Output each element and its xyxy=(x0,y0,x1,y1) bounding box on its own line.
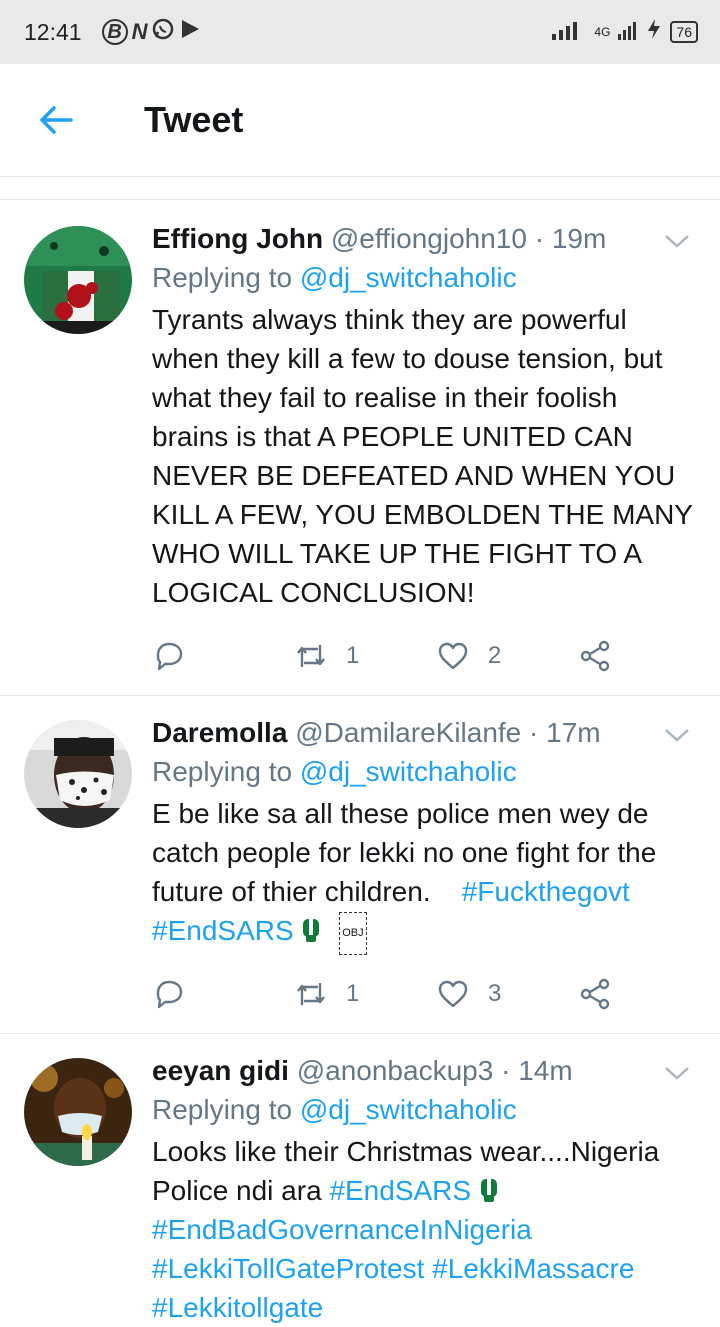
obj-placeholder-icon: OBJ xyxy=(339,912,367,955)
retweet-icon xyxy=(297,645,325,667)
replying-prefix: Replying to xyxy=(152,262,293,293)
user-handle[interactable]: @DamilareKilanfe xyxy=(295,717,521,748)
mention-link[interactable]: @dj_switchaholic xyxy=(300,756,517,787)
hashtag-link[interactable]: #EndSARS xyxy=(152,915,294,946)
chevron-down-icon[interactable] xyxy=(662,226,692,256)
replying-to: Replying to @dj_switchaholic xyxy=(152,258,700,298)
heart-icon xyxy=(438,642,468,670)
charging-icon xyxy=(646,18,662,46)
tweet-text-line: Police ndi ara #EndSARS xyxy=(152,1171,700,1210)
raised-fist-emoji-icon xyxy=(303,919,320,942)
notification-icons: B N xyxy=(101,17,202,47)
like-button[interactable]: 2 xyxy=(436,639,501,673)
replying-prefix: Replying to xyxy=(152,1094,293,1125)
avatar[interactable] xyxy=(24,226,132,334)
tweet-text-line: #Lekkitollgate xyxy=(152,1288,700,1327)
replying-to: Replying to @dj_switchaholic xyxy=(152,752,700,792)
tweet-actions: 1 2 xyxy=(152,636,652,676)
tweet-header: eeyan gidi @anonbackup3 · 14m xyxy=(152,1052,700,1090)
tweet-text-line: Looks like their Christmas wear....Niger… xyxy=(152,1136,660,1167)
reply-button[interactable] xyxy=(152,639,186,673)
page-title: Tweet xyxy=(144,99,244,140)
separator: · xyxy=(501,1055,511,1086)
tweet-reply[interactable]: Effiong John @effiongjohn10 · 19m Replyi… xyxy=(0,200,720,696)
signal-icon xyxy=(552,18,586,46)
display-name[interactable]: eeyan gidi xyxy=(152,1055,289,1086)
play-icon xyxy=(179,18,201,46)
share-button[interactable] xyxy=(578,977,612,1011)
status-time: 12:41 xyxy=(24,18,82,45)
timestamp: 17m xyxy=(546,717,601,748)
timestamp: 14m xyxy=(518,1055,573,1086)
status-bar: 12:41 B N 4G 76 xyxy=(0,0,720,64)
chevron-down-icon[interactable] xyxy=(662,720,692,750)
tweet-text-line: #EndBadGovernanceInNigeria xyxy=(152,1210,700,1249)
hashtag-link[interactable]: #Lekkitollgate xyxy=(152,1292,323,1323)
user-handle[interactable]: @effiongjohn10 xyxy=(331,223,527,254)
avatar[interactable] xyxy=(24,720,132,828)
chevron-down-icon[interactable] xyxy=(662,1058,692,1088)
timestamp: 19m xyxy=(551,223,607,254)
reply-button[interactable] xyxy=(152,977,186,1011)
retweet-count: 1 xyxy=(346,642,360,669)
share-icon xyxy=(580,640,610,672)
share-icon xyxy=(580,978,610,1010)
tweet-text: Looks like their Christmas wear....Niger… xyxy=(152,1132,700,1327)
tweet-text-line: #LekkiTollGateProtest #LekkiMassacre xyxy=(152,1249,700,1288)
raised-fist-emoji-icon xyxy=(480,1179,497,1202)
share-button[interactable] xyxy=(578,639,612,673)
display-name[interactable]: Effiong John xyxy=(152,223,323,254)
system-icons: 4G 76 xyxy=(552,18,698,46)
hashtag-link[interactable]: #LekkiTollGateProtest xyxy=(152,1253,424,1284)
separator: · xyxy=(529,717,539,748)
tweet-actions: 1 3 xyxy=(152,974,652,1014)
n-icon: N xyxy=(131,19,148,44)
retweet-icon xyxy=(297,983,325,1005)
tweet-header: Effiong John @effiongjohn10 · 19m xyxy=(152,220,700,258)
user-handle[interactable]: @anonbackup3 xyxy=(297,1055,494,1086)
hashtag-link[interactable]: #EndBadGovernanceInNigeria xyxy=(152,1214,532,1245)
tweet-reply[interactable]: Daremolla @DamilareKilanfe · 17m Replyin… xyxy=(0,696,720,1034)
battery-level: 76 xyxy=(670,21,698,43)
tweet-text-body: Police ndi ara xyxy=(152,1175,322,1206)
reply-icon xyxy=(156,642,183,671)
like-count: 3 xyxy=(488,980,502,1007)
b-circle-icon: B xyxy=(101,19,128,45)
hashtag-link[interactable]: #EndSARS xyxy=(329,1175,471,1206)
mention-link[interactable]: @dj_switchaholic xyxy=(300,262,517,293)
display-name[interactable]: Daremolla xyxy=(152,717,287,748)
hashtag-link[interactable]: #Fuckthegovt xyxy=(462,876,630,907)
retweet-button[interactable]: 1 xyxy=(294,639,359,673)
signal-icon-2 xyxy=(618,18,638,46)
back-arrow-icon[interactable] xyxy=(38,102,74,138)
app-bar: Tweet xyxy=(0,64,720,177)
replying-prefix: Replying to xyxy=(152,756,293,787)
reply-icon xyxy=(156,980,183,1009)
avatar[interactable] xyxy=(24,1058,132,1166)
replying-to: Replying to @dj_switchaholic xyxy=(152,1090,700,1130)
tweet-header: Daremolla @DamilareKilanfe · 17m xyxy=(152,714,700,752)
retweet-count: 1 xyxy=(346,980,360,1007)
hashtag-link[interactable]: #LekkiMassacre xyxy=(432,1253,634,1284)
tweet-text: E be like sa all these police men wey de… xyxy=(152,794,700,955)
like-count: 2 xyxy=(488,642,502,669)
whatsapp-icon xyxy=(151,17,175,47)
network-type: 4G xyxy=(594,25,611,39)
tweet-text: Tyrants always think they are powerful w… xyxy=(152,304,693,608)
thread-divider xyxy=(0,177,720,200)
tweet-reply[interactable]: eeyan gidi @anonbackup3 · 14m Replying t… xyxy=(0,1034,720,1327)
heart-icon xyxy=(438,980,468,1008)
mention-link[interactable]: @dj_switchaholic xyxy=(300,1094,517,1125)
like-button[interactable]: 3 xyxy=(436,977,501,1011)
retweet-button[interactable]: 1 xyxy=(294,977,359,1011)
separator: · xyxy=(534,223,545,254)
